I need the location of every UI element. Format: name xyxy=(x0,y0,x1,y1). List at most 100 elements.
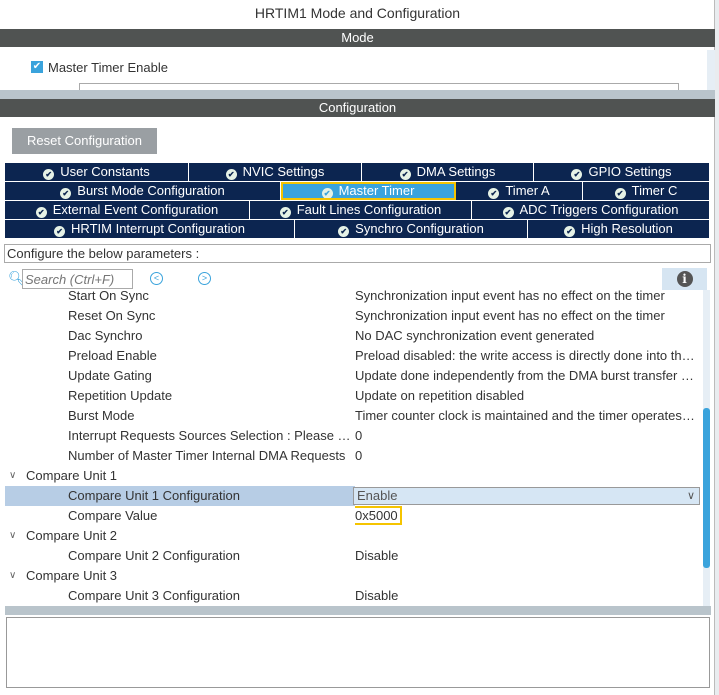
parameter-value: No DAC synchronization event generated xyxy=(355,326,698,346)
parameter-value: 0 xyxy=(355,446,698,466)
tab-fault-lines-configuration[interactable]: ✔ Fault Lines Configuration xyxy=(250,201,472,219)
parameter-list: Start On Sync Synchronization input event… xyxy=(5,288,701,606)
mode-scrollbar[interactable] xyxy=(707,50,715,90)
mode-header: Mode xyxy=(0,29,715,47)
value-text: Disable xyxy=(355,548,399,563)
check-circle-icon: ✔ xyxy=(614,188,626,199)
check-circle-icon: ✔ xyxy=(571,169,583,180)
check-circle-icon: ✔ xyxy=(564,226,576,237)
value-text: 0 xyxy=(355,428,363,443)
value-text: Preload disabled: the write access is di… xyxy=(355,348,698,363)
tab-label: ADC Triggers Configuration xyxy=(519,202,679,217)
value-text: 0 xyxy=(355,448,363,463)
description-panel xyxy=(6,617,710,688)
check-circle-icon: ✔ xyxy=(43,169,55,180)
parameter-row[interactable]: Interrupt Requests Sources Selection : P… xyxy=(5,426,701,446)
splitter[interactable] xyxy=(0,90,715,99)
parameter-row[interactable]: Compare Value 0x5000 xyxy=(5,506,701,526)
tab-nvic-settings[interactable]: ✔ NVIC Settings xyxy=(189,163,362,181)
group-header[interactable]: ∨ Compare Unit 2 xyxy=(5,526,701,546)
check-circle-icon: ✔ xyxy=(35,207,47,218)
list-scrollbar-thumb[interactable] xyxy=(703,408,710,568)
group-label: Compare Unit 1 xyxy=(26,468,118,483)
parameter-value: Update done independently from the DMA b… xyxy=(355,366,698,386)
value-text: Synchronization input event has no effec… xyxy=(355,308,665,323)
parameter-value: Update on repetition disabled xyxy=(355,386,698,406)
parameter-row[interactable]: Number of Master Timer Internal DMA Requ… xyxy=(5,446,701,466)
parameter-row[interactable]: Repetition Update Update on repetition di… xyxy=(5,386,701,406)
value-text: Disable xyxy=(355,588,399,603)
check-circle-icon: ✔ xyxy=(321,188,333,199)
parameter-value: 0 xyxy=(355,426,698,446)
parameter-label: Number of Master Timer Internal DMA Requ… xyxy=(68,448,346,463)
group-header[interactable]: ∨ Compare Unit 1 xyxy=(5,466,701,486)
reset-configuration-button[interactable]: Reset Configuration xyxy=(12,128,157,154)
chevron-down-icon: ∨ xyxy=(686,490,695,502)
group-header[interactable]: ∨ Compare Unit 3 xyxy=(5,566,701,586)
parameter-label: Update Gating xyxy=(68,368,152,383)
parameter-row[interactable]: Compare Unit 2 Configuration Disable xyxy=(5,546,701,566)
tab-burst-mode-configuration[interactable]: ✔ Burst Mode Configuration xyxy=(5,182,281,200)
tab-label: NVIC Settings xyxy=(242,164,325,179)
tab-label: Timer A xyxy=(505,183,550,198)
parameter-row[interactable]: Dac Synchro No DAC synchronization event … xyxy=(5,326,701,346)
tab-external-event-configuration[interactable]: ✔ External Event Configuration xyxy=(5,201,250,219)
tab-label: High Resolution xyxy=(581,221,673,236)
parameter-row[interactable]: Compare Unit 1 Configuration Enable ∨ xyxy=(5,486,701,506)
parameter-label: Reset On Sync xyxy=(68,308,156,323)
tab-adc-triggers-configuration[interactable]: ✔ ADC Triggers Configuration xyxy=(472,201,710,219)
check-circle-icon: ✔ xyxy=(225,169,237,180)
chevron-down-icon: ∨ xyxy=(9,530,17,541)
next-icon[interactable]: > xyxy=(198,272,211,285)
tab-user-constants[interactable]: ✔ User Constants xyxy=(5,163,189,181)
info-button[interactable]: i xyxy=(662,268,707,290)
configuration-header: Configuration xyxy=(0,99,715,117)
tab-dma-settings[interactable]: ✔ DMA Settings xyxy=(362,163,534,181)
parameter-label: Interrupt Requests Sources Selection : P… xyxy=(68,428,353,443)
parameter-label: Preload Enable xyxy=(68,348,157,363)
value-text: Update done independently from the DMA b… xyxy=(355,368,698,383)
parameter-label: Dac Synchro xyxy=(68,328,143,343)
search-input[interactable] xyxy=(22,269,133,289)
tab-label: DMA Settings xyxy=(416,164,496,179)
check-circle-icon: ✔ xyxy=(338,226,350,237)
tab-label: External Event Configuration xyxy=(52,202,219,217)
parameter-label: Repetition Update xyxy=(68,388,173,403)
tab-master-timer[interactable]: ✔ Master Timer xyxy=(281,182,456,200)
window-title: HRTIM1 Mode and Configuration xyxy=(254,5,461,21)
parameter-row[interactable]: Update Gating Update done independently f… xyxy=(5,366,701,386)
parameter-value: Disable xyxy=(355,586,698,606)
tab-label: Master Timer xyxy=(338,183,415,198)
value-text: Synchronization input event has no effec… xyxy=(355,288,665,303)
tab-timer-c[interactable]: ✔ Timer C xyxy=(583,182,710,200)
tab-high-resolution[interactable]: ✔ High Resolution xyxy=(528,220,710,238)
value-text: No DAC synchronization event generated xyxy=(355,328,595,343)
parameter-label: Compare Unit 2 Configuration xyxy=(68,548,240,563)
parameter-row[interactable]: Compare Unit 3 Configuration Disable xyxy=(5,586,701,606)
parameters-hint: Configure the below parameters : xyxy=(4,244,711,263)
parameter-value: Timer counter clock is maintained and th… xyxy=(355,406,698,426)
tab-label: Fault Lines Configuration xyxy=(296,202,442,217)
previous-icon[interactable]: < xyxy=(150,272,163,285)
value-text: Timer counter clock is maintained and th… xyxy=(355,408,698,423)
master-timer-enable-checkbox[interactable]: ✔ xyxy=(31,61,43,73)
parameter-row[interactable]: Burst Mode Timer counter clock is maintai… xyxy=(5,406,701,426)
parameter-row[interactable]: Reset On Sync Synchronization input event… xyxy=(5,306,701,326)
parameter-label: Compare Unit 1 Configuration xyxy=(68,488,240,503)
parameter-row[interactable]: Preload Enable Preload disabled: the writ… xyxy=(5,346,701,366)
chevron-down-icon: ∨ xyxy=(9,470,17,481)
description-splitter[interactable] xyxy=(5,606,711,615)
parameter-row[interactable]: Start On Sync Synchronization input event… xyxy=(5,288,701,306)
tab-timer-a[interactable]: ✔ Timer A xyxy=(456,182,583,200)
check-circle-icon: ✔ xyxy=(502,207,514,218)
tab-synchro-configuration[interactable]: ✔ Synchro Configuration xyxy=(295,220,528,238)
tab-hrtim-interrupt-configuration[interactable]: ✔ HRTIM Interrupt Configuration xyxy=(5,220,295,238)
hrtim-config-window: HRTIM1 Mode and Configuration Mode ✔ Mas… xyxy=(0,0,715,695)
value-text: Update on repetition disabled xyxy=(355,388,525,403)
tab-label: User Constants xyxy=(60,164,150,179)
tab-gpio-settings[interactable]: ✔ GPIO Settings xyxy=(534,163,710,181)
value-text: 0x5000 xyxy=(355,506,402,525)
parameter-value: Preload disabled: the write access is di… xyxy=(355,346,698,366)
parameter-dropdown[interactable]: Enable ∨ xyxy=(353,487,700,505)
master-timer-enable-label: Master Timer Enable xyxy=(48,60,168,75)
